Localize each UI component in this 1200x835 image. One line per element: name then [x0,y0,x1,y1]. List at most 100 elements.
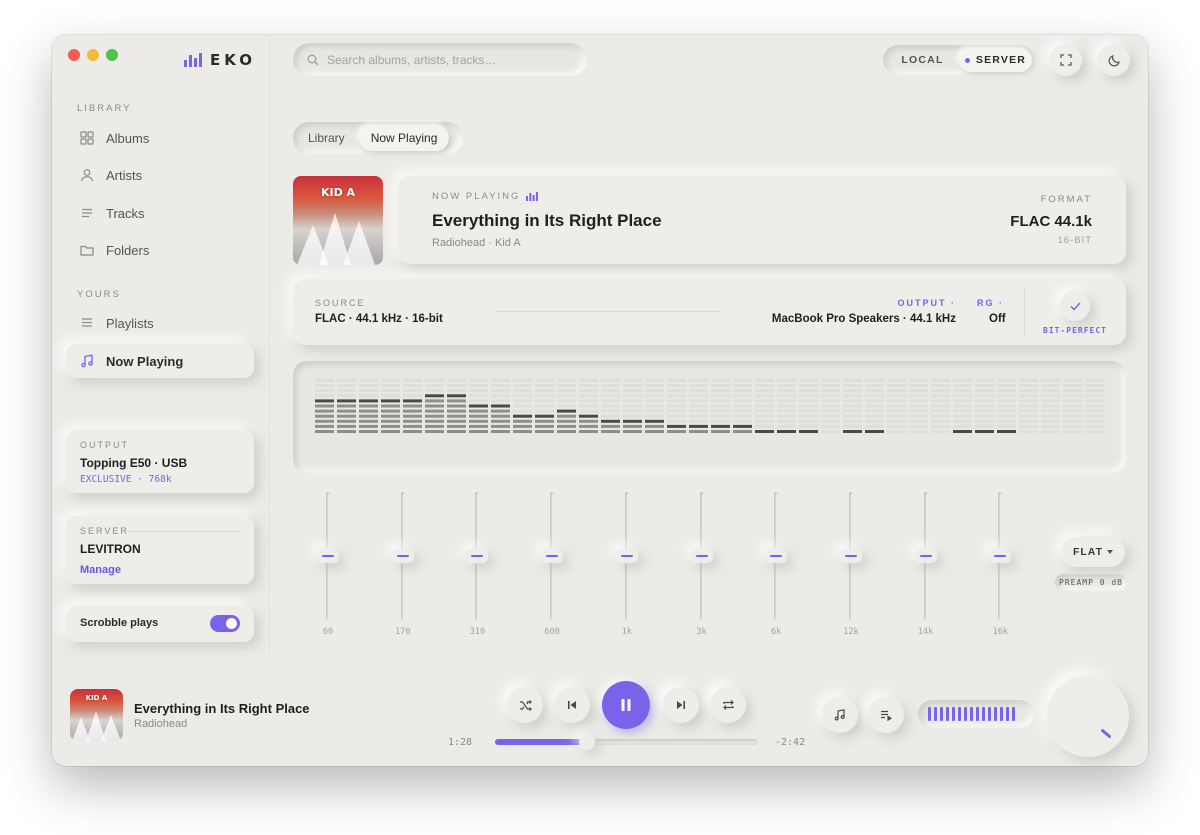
tab-now-playing[interactable]: Now Playing [358,125,450,151]
server-mode-label: SERVER [975,54,1027,66]
spectrum-segment [359,389,378,393]
spectrum-segment [469,399,488,403]
volume-bar [946,707,949,721]
eq-slider-handle[interactable] [615,549,638,563]
sidebar-item-folders[interactable]: Folders [66,233,254,267]
spectrum-segment [623,404,642,408]
sidebar-item-albums[interactable]: Albums [66,121,254,155]
spectrum-segment [953,394,972,398]
replaygain-label[interactable]: RG · [977,298,1004,308]
eq-band-label: 60 [322,627,334,637]
spectrum-bars [315,379,1104,433]
volume-bar [958,707,961,721]
spectrum-segment [953,379,972,382]
player-album-cover: KID A [70,689,123,741]
spectrum-segment-lit [535,419,554,423]
spectrum-segment [623,409,642,413]
spectrum-segment-lit [557,414,576,418]
track-title: Everything in Its Right Place [432,211,662,230]
next-button[interactable] [663,687,699,723]
shuffle-icon [519,699,532,711]
eq-preset-button[interactable]: FLAT [1061,537,1125,567]
player-track-title: Everything in Its Right Place [134,701,310,716]
preamp-control[interactable]: PREAMP 0 dB [1055,574,1127,591]
spectrum-segment [513,399,532,403]
spectrum-segment-lit [359,430,378,433]
volume-knob-indicator [1100,728,1112,739]
bit-depth: 16-BIT [1057,235,1092,246]
lyrics-button[interactable] [822,697,858,733]
eq-slider-handle[interactable] [914,549,937,563]
eq-slider-handle[interactable] [839,549,862,563]
spectrum-segment [821,389,840,393]
spectrum-segment-lit [359,404,378,408]
previous-button[interactable] [554,687,590,723]
spectrum-segment-lit [997,430,1016,433]
sidebar-item-label: Tracks [106,205,145,221]
sidebar-item-now-playing[interactable]: Now Playing [66,344,254,378]
spectrum-segment [513,384,532,388]
spectrum-segment [953,404,972,408]
sidebar-item-playlists[interactable]: Playlists [66,306,254,340]
spectrum-segment [689,409,708,413]
theme-toggle-button[interactable] [1098,44,1130,76]
repeat-button[interactable] [710,687,746,723]
folder-icon [80,245,94,256]
seek-bar[interactable] [495,734,758,750]
eq-slider-handle[interactable] [765,549,788,563]
eq-slider-handle[interactable] [690,549,713,563]
eq-slider-handle[interactable] [466,549,489,563]
eq-slider-handle[interactable] [541,549,564,563]
spectrum-segment-lit [447,409,466,413]
spectrum-segment [645,409,664,413]
search-bar[interactable]: Search albums, artists, tracks… [293,43,587,76]
server-mode-button[interactable]: SERVER [959,48,1032,72]
spectrum-segment-lit [645,419,664,423]
eq-band-label: 14k [917,627,934,637]
volume-meter[interactable] [918,700,1034,728]
manage-server-link[interactable]: Manage [80,564,240,576]
queue-button[interactable] [868,697,904,733]
spectrum-segment [381,384,400,388]
spectrum-segment-lit [557,430,576,433]
spectrum-segment [975,414,994,418]
spectrum-segment [1041,394,1060,398]
volume-bar [934,707,937,721]
sidebar-item-tracks[interactable]: Tracks [66,196,254,230]
eq-slider-handle[interactable] [989,549,1012,563]
volume-knob[interactable] [1047,675,1129,757]
output-label[interactable]: OUTPUT · [898,298,957,308]
spectrum-segment-lit [359,414,378,418]
spectrum-segment [689,384,708,388]
scrobble-toggle[interactable] [210,615,240,632]
spectrum-segment [447,389,466,393]
spectrum-segment [623,394,642,398]
spectrum-segment [667,409,686,413]
spectrum-segment [403,394,422,398]
output-value: MacBook Pro Speakers · 44.1 kHz [771,313,956,325]
moon-icon [1108,54,1120,66]
output-card[interactable]: OUTPUT Topping E50 · USB EXCLUSIVE · 768… [66,430,254,493]
seek-handle[interactable] [579,734,596,750]
spectrum-segment [1041,384,1060,388]
shuffle-button[interactable] [507,687,543,723]
eq-slider-handle[interactable] [317,549,339,563]
spectrum-segment-lit [623,424,642,428]
sidebar-item-artists[interactable]: Artists [66,158,254,192]
pause-button[interactable] [602,681,650,729]
fullscreen-button[interactable] [1050,44,1082,76]
eq-band-14k: 14k [906,490,946,640]
spectrum-segment [579,394,598,398]
spectrum-segment [1019,389,1038,393]
tab-library[interactable]: Library [296,125,357,151]
spectrum-segment-lit [447,394,466,398]
local-mode-button[interactable]: LOCAL [886,48,959,72]
spectrum-segment [953,414,972,418]
eq-slider-handle[interactable] [391,549,414,563]
fullscreen-icon [1060,54,1072,66]
spectrum-segment [865,389,884,393]
eq-band-1k: 1k [607,490,647,640]
eq-band-3k: 3k [682,490,722,640]
eq-band-label: 1k [621,627,632,637]
spectrum-segment [579,404,598,408]
